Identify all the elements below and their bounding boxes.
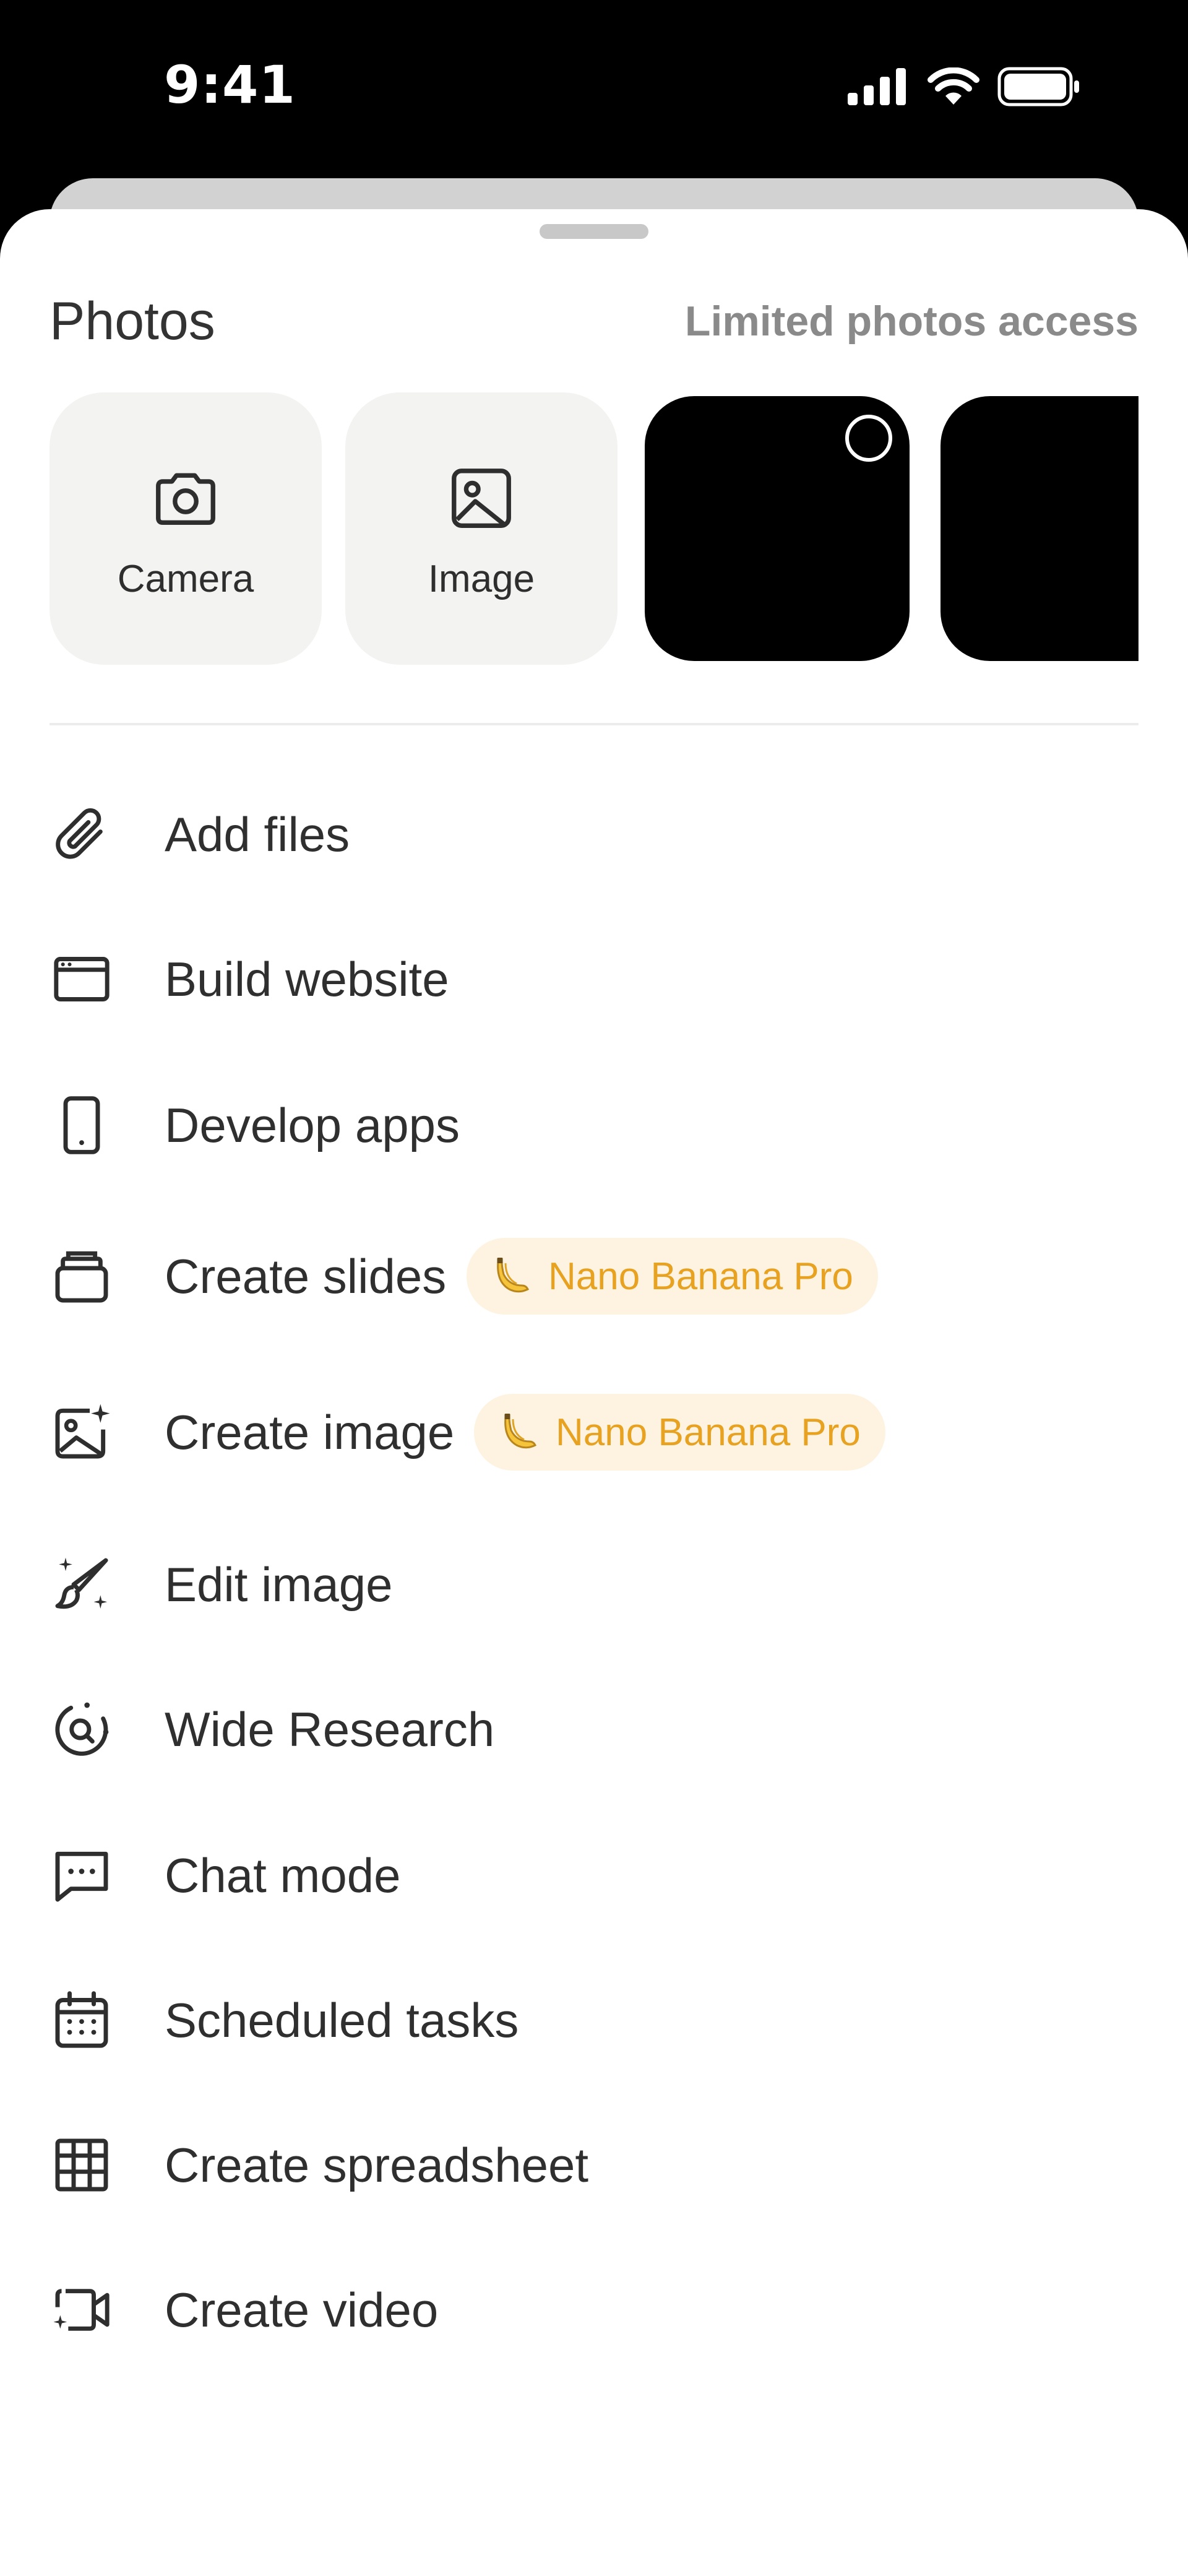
menu-item-label: Create image	[165, 1404, 455, 1459]
photo-tiles-row[interactable]: Camera Image	[50, 392, 1138, 671]
status-icons	[848, 65, 1080, 108]
battery-icon	[997, 67, 1079, 106]
camera-tile-label: Camera	[117, 558, 254, 600]
smartphone-icon	[63, 1096, 100, 1154]
menu-item-scheduled-tasks[interactable]: Scheduled tasks	[0, 1958, 1188, 2082]
attachment-sheet: Photos Limited photos access Camera Imag…	[0, 209, 1188, 2576]
badge-label: Nano Banana Pro	[556, 1411, 861, 1454]
menu-item-create-image[interactable]: Create image Nano Banana Pro	[0, 1370, 1188, 1494]
photo-thumbnail[interactable]	[645, 396, 910, 661]
banana-icon	[504, 1414, 537, 1449]
menu-item-create-video[interactable]: Create video	[0, 2248, 1188, 2372]
research-orbit-icon	[55, 1702, 109, 1756]
photo-select-circle[interactable]	[845, 415, 892, 462]
nano-banana-badge: Nano Banana Pro	[467, 1238, 878, 1315]
sheet-grabber[interactable]	[540, 224, 648, 239]
divider	[50, 723, 1138, 725]
camera-tile[interactable]: Camera	[50, 392, 322, 665]
menu-item-label: Wide Research	[165, 1701, 495, 1757]
cellular-signal-icon	[848, 68, 906, 105]
photos-title: Photos	[50, 292, 215, 351]
menu-item-create-slides[interactable]: Create slides Nano Banana Pro	[0, 1214, 1188, 1338]
limited-photos-access-link[interactable]: Limited photos access	[685, 297, 1138, 345]
nano-banana-badge: Nano Banana Pro	[474, 1394, 885, 1471]
photo-thumbnail[interactable]	[940, 396, 1138, 661]
menu-item-label: Scheduled tasks	[165, 1992, 519, 2047]
status-bar: 9:41	[0, 0, 1188, 186]
paperclip-icon	[56, 808, 103, 859]
calendar-icon	[55, 1991, 108, 2048]
wifi-icon	[928, 67, 979, 105]
brush-sparkle-icon	[55, 1557, 108, 1609]
menu-item-wide-research[interactable]: Wide Research	[0, 1667, 1188, 1791]
badge-label: Nano Banana Pro	[548, 1255, 853, 1298]
menu-item-create-spreadsheet[interactable]: Create spreadsheet	[0, 2103, 1188, 2227]
video-camera-icon	[53, 2289, 110, 2331]
menu-item-label: Add files	[165, 806, 350, 862]
image-icon	[452, 469, 511, 528]
menu-item-build-website[interactable]: Build website	[0, 917, 1188, 1041]
image-tile[interactable]: Image	[345, 392, 618, 665]
table-grid-icon	[55, 2138, 108, 2192]
menu-item-label: Edit image	[165, 1557, 393, 1612]
browser-window-icon	[54, 957, 110, 1001]
menu-item-add-files[interactable]: Add files	[0, 772, 1188, 896]
image-tile-label: Image	[428, 558, 535, 600]
banana-icon	[497, 1258, 530, 1293]
slides-stack-icon	[55, 1251, 108, 1303]
menu-item-label: Build website	[165, 951, 449, 1006]
menu-item-edit-image[interactable]: Edit image	[0, 1523, 1188, 1646]
menu-item-label: Create video	[165, 2282, 439, 2337]
menu-item-chat-mode[interactable]: Chat mode	[0, 1813, 1188, 1937]
menu-item-label: Develop apps	[165, 1097, 460, 1152]
menu-item-develop-apps[interactable]: Develop apps	[0, 1063, 1188, 1187]
menu-item-label: Create slides	[165, 1248, 447, 1303]
chat-bubble-icon	[55, 1851, 108, 1902]
menu-item-label: Chat mode	[165, 1848, 401, 1903]
camera-icon	[156, 473, 215, 525]
image-sparkle-icon	[55, 1404, 110, 1459]
menu-item-label: Create spreadsheet	[165, 2137, 589, 2192]
status-time: 9:41	[164, 54, 296, 115]
